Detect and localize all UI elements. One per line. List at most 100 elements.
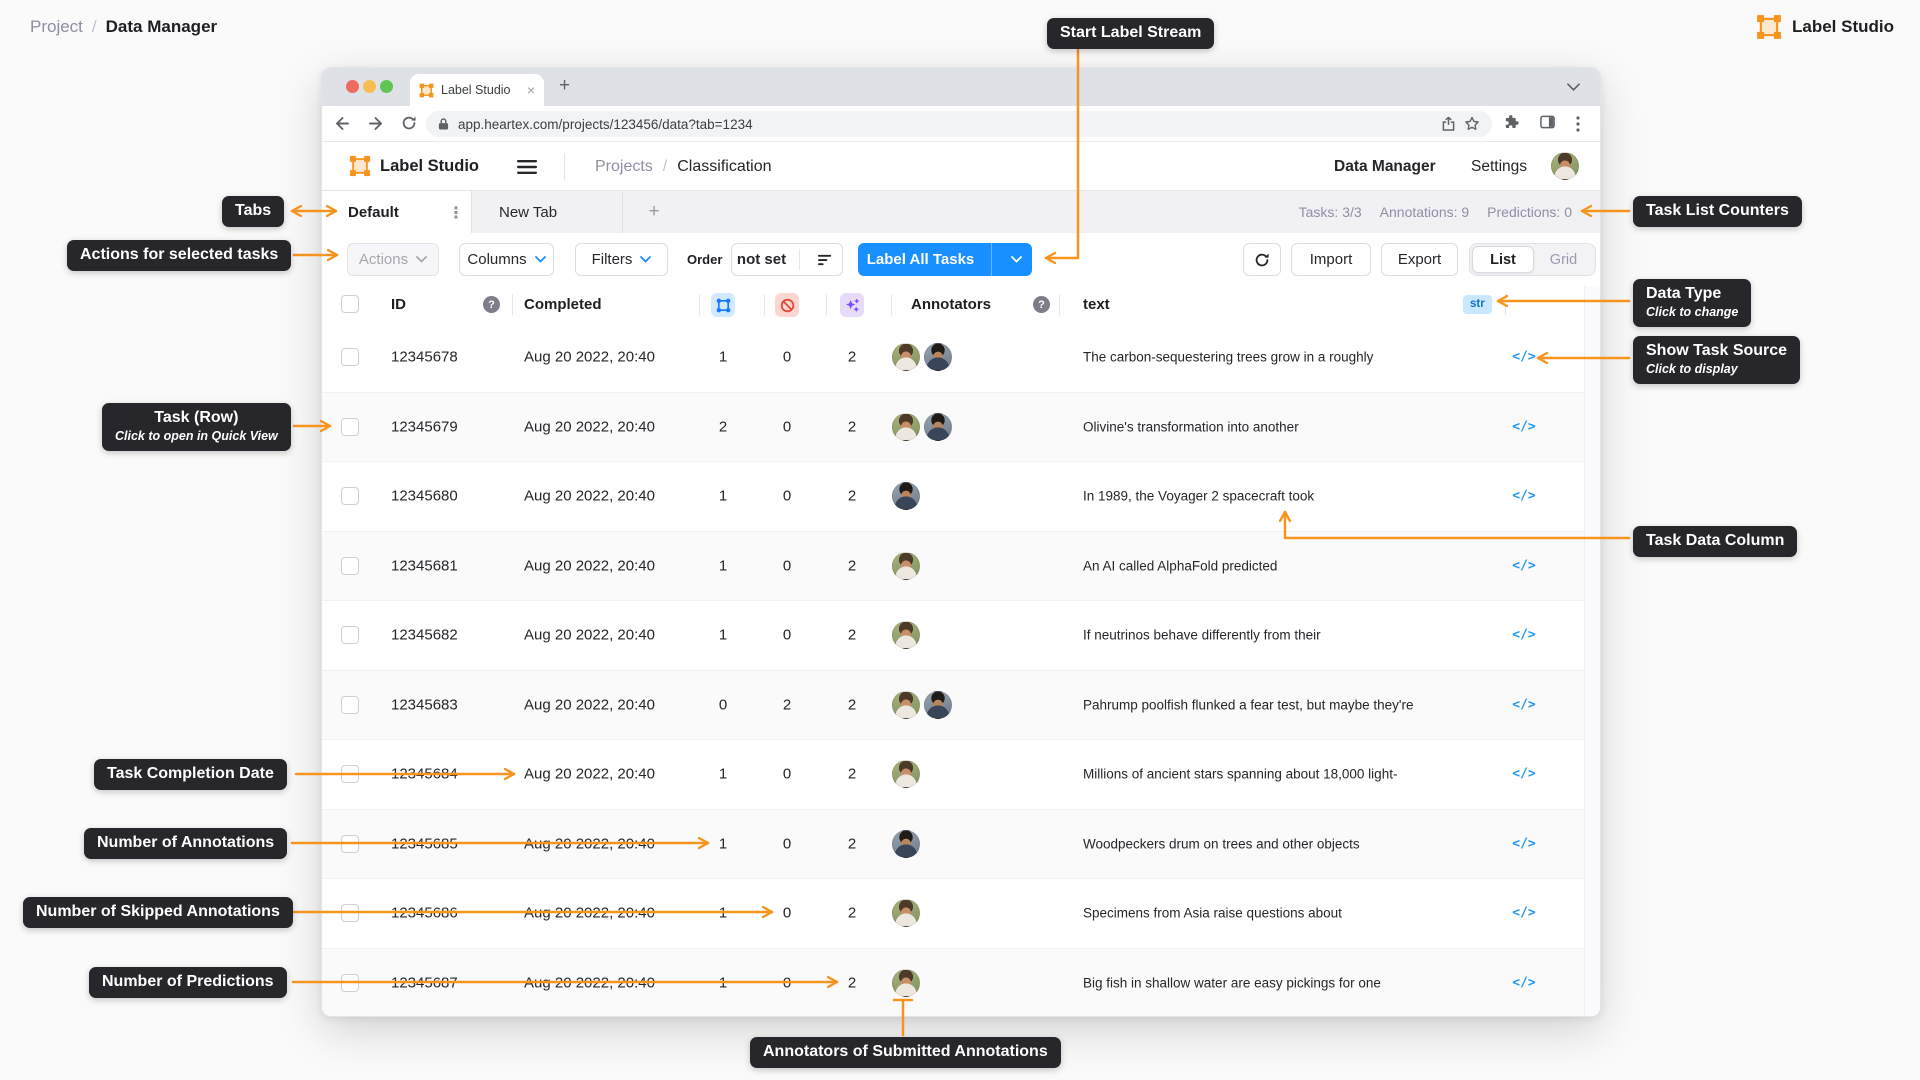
tab-close-icon[interactable]: × — [527, 83, 535, 97]
hamburger-menu-icon[interactable] — [517, 159, 537, 175]
row-checkbox[interactable] — [341, 556, 359, 575]
refresh-icon — [1255, 253, 1269, 266]
show-source-icon[interactable]: </> — [1506, 558, 1542, 573]
predictions-column-icon[interactable] — [840, 293, 864, 317]
annotations-count: 1 — [718, 835, 728, 853]
show-source-icon[interactable]: </> — [1506, 628, 1542, 643]
table-row[interactable]: 12345683 Aug 20 2022, 20:40 0 2 2 Pahrum… — [322, 670, 1600, 740]
help-icon[interactable]: ? — [483, 296, 500, 313]
show-source-icon[interactable]: </> — [1506, 697, 1542, 712]
annotations-count: 1 — [718, 348, 728, 366]
task-completed-date: Aug 20 2022, 20:40 — [524, 835, 655, 853]
sort-icon[interactable] — [808, 254, 842, 266]
annotator-avatar-woman — [892, 343, 920, 372]
breadcrumb-project-link[interactable]: Project — [30, 17, 83, 37]
skipped-column-icon[interactable] — [775, 293, 799, 317]
column-id-header[interactable]: ID — [391, 286, 406, 323]
forward-icon[interactable] — [368, 115, 385, 132]
filters-dropdown[interactable]: Filters — [575, 243, 668, 276]
table-row[interactable]: 12345679 Aug 20 2022, 20:40 2 0 2 Olivin… — [322, 392, 1600, 462]
new-tab-icon[interactable]: + — [559, 75, 570, 97]
annotations-count: 2 — [718, 418, 728, 436]
column-annotators-header[interactable]: Annotators — [911, 286, 991, 323]
export-button[interactable]: Export — [1381, 243, 1458, 276]
annotator-avatar-man — [924, 690, 952, 719]
bookmark-star-icon[interactable] — [1464, 116, 1480, 132]
task-text: Specimens from Asia raise questions abou… — [1083, 905, 1342, 921]
row-checkbox[interactable] — [341, 695, 359, 714]
show-source-icon[interactable]: </> — [1506, 489, 1542, 504]
scroll-gutter[interactable] — [1584, 286, 1600, 1016]
nav-settings[interactable]: Settings — [1471, 142, 1527, 191]
row-checkbox[interactable] — [341, 904, 359, 923]
traffic-light-close-icon[interactable] — [346, 80, 359, 93]
actions-dropdown[interactable]: Actions — [347, 243, 439, 276]
browser-window: Label Studio × + app.heartex.com/project… — [321, 67, 1601, 1017]
import-button[interactable]: Import — [1291, 243, 1371, 276]
column-text-header[interactable]: text — [1083, 286, 1110, 323]
app-breadcrumb-projects-link[interactable]: Projects — [595, 142, 653, 191]
columns-dropdown[interactable]: Columns — [459, 243, 554, 276]
traffic-light-minimize-icon[interactable] — [363, 80, 376, 93]
row-checkbox[interactable] — [341, 348, 359, 367]
row-checkbox[interactable] — [341, 973, 359, 992]
show-source-icon[interactable]: </> — [1506, 419, 1542, 434]
table-row[interactable]: 12345687 Aug 20 2022, 20:40 1 0 2 Big fi… — [322, 948, 1600, 1016]
label-all-tasks-label: Label All Tasks — [866, 251, 975, 268]
address-bar[interactable]: app.heartex.com/projects/123456/data?tab… — [426, 111, 1492, 137]
view-list-button[interactable]: List — [1472, 246, 1534, 273]
table-row[interactable]: 12345680 Aug 20 2022, 20:40 1 0 2 In 198… — [322, 462, 1600, 532]
row-checkbox[interactable] — [341, 834, 359, 853]
browser-tab[interactable]: Label Studio × — [410, 74, 544, 106]
reload-icon[interactable] — [401, 115, 417, 131]
skipped-count: 0 — [782, 348, 792, 366]
select-all-checkbox[interactable] — [341, 295, 359, 313]
table-row[interactable]: 12345685 Aug 20 2022, 20:40 1 0 2 Woodpe… — [322, 809, 1600, 879]
help-icon[interactable]: ? — [1033, 296, 1050, 313]
chevron-down-icon[interactable] — [1567, 83, 1580, 91]
tab-options-kebab-icon[interactable]: ⋮ — [448, 203, 464, 223]
table-row[interactable]: 12345681 Aug 20 2022, 20:40 1 0 2 An AI … — [322, 531, 1600, 601]
skipped-count: 2 — [782, 696, 792, 714]
callout-task-data-column: Task Data Column — [1633, 526, 1798, 557]
side-panel-icon[interactable] — [1540, 115, 1555, 129]
label-all-tasks-button[interactable]: Label All Tasks — [858, 243, 1032, 276]
user-avatar[interactable] — [1551, 152, 1579, 180]
row-checkbox[interactable] — [341, 487, 359, 506]
nav-data-manager[interactable]: Data Manager — [1334, 142, 1436, 191]
show-source-icon[interactable]: </> — [1506, 350, 1542, 365]
annotations-count: 1 — [718, 904, 728, 922]
table-row[interactable]: 12345678 Aug 20 2022, 20:40 1 0 2 The ca… — [322, 323, 1600, 393]
traffic-light-zoom-icon[interactable] — [380, 80, 393, 93]
row-checkbox[interactable] — [341, 626, 359, 645]
refresh-button[interactable] — [1243, 243, 1281, 276]
table-row[interactable]: 12345686 Aug 20 2022, 20:40 1 0 2 Specim… — [322, 879, 1600, 949]
row-checkbox[interactable] — [341, 417, 359, 436]
show-source-icon[interactable]: </> — [1506, 906, 1542, 921]
ordering-control[interactable]: not set — [731, 243, 843, 276]
task-id: 12345681 — [391, 557, 458, 575]
task-id: 12345684 — [391, 765, 458, 783]
annotations-count: 1 — [718, 557, 728, 575]
annotations-column-icon[interactable] — [711, 293, 735, 317]
add-tab-button[interactable]: + — [623, 191, 685, 233]
table-header: ID ? Completed Annotators ? text str — [322, 286, 1600, 323]
tab-new-tab[interactable]: New Tab — [472, 191, 623, 233]
back-icon[interactable] — [333, 115, 350, 132]
show-source-icon[interactable]: </> — [1506, 975, 1542, 990]
row-checkbox[interactable] — [341, 765, 359, 784]
annotator-avatars — [892, 760, 920, 789]
browser-menu-icon[interactable] — [1576, 116, 1580, 132]
table-row[interactable]: 12345684 Aug 20 2022, 20:40 1 0 2 Millio… — [322, 740, 1600, 810]
view-grid-button[interactable]: Grid — [1534, 252, 1593, 268]
share-icon[interactable] — [1442, 116, 1455, 132]
show-source-icon[interactable]: </> — [1506, 836, 1542, 851]
tab-default[interactable]: Default ⋮ — [322, 191, 472, 233]
show-source-icon[interactable]: </> — [1506, 767, 1542, 782]
data-type-badge[interactable]: str — [1463, 295, 1492, 314]
extensions-icon[interactable] — [1504, 115, 1519, 130]
callout-task-completion-date: Task Completion Date — [94, 759, 287, 790]
table-row[interactable]: 12345682 Aug 20 2022, 20:40 1 0 2 If neu… — [322, 601, 1600, 671]
chevron-down-icon[interactable] — [1000, 256, 1032, 263]
column-completed-header[interactable]: Completed — [524, 286, 602, 323]
